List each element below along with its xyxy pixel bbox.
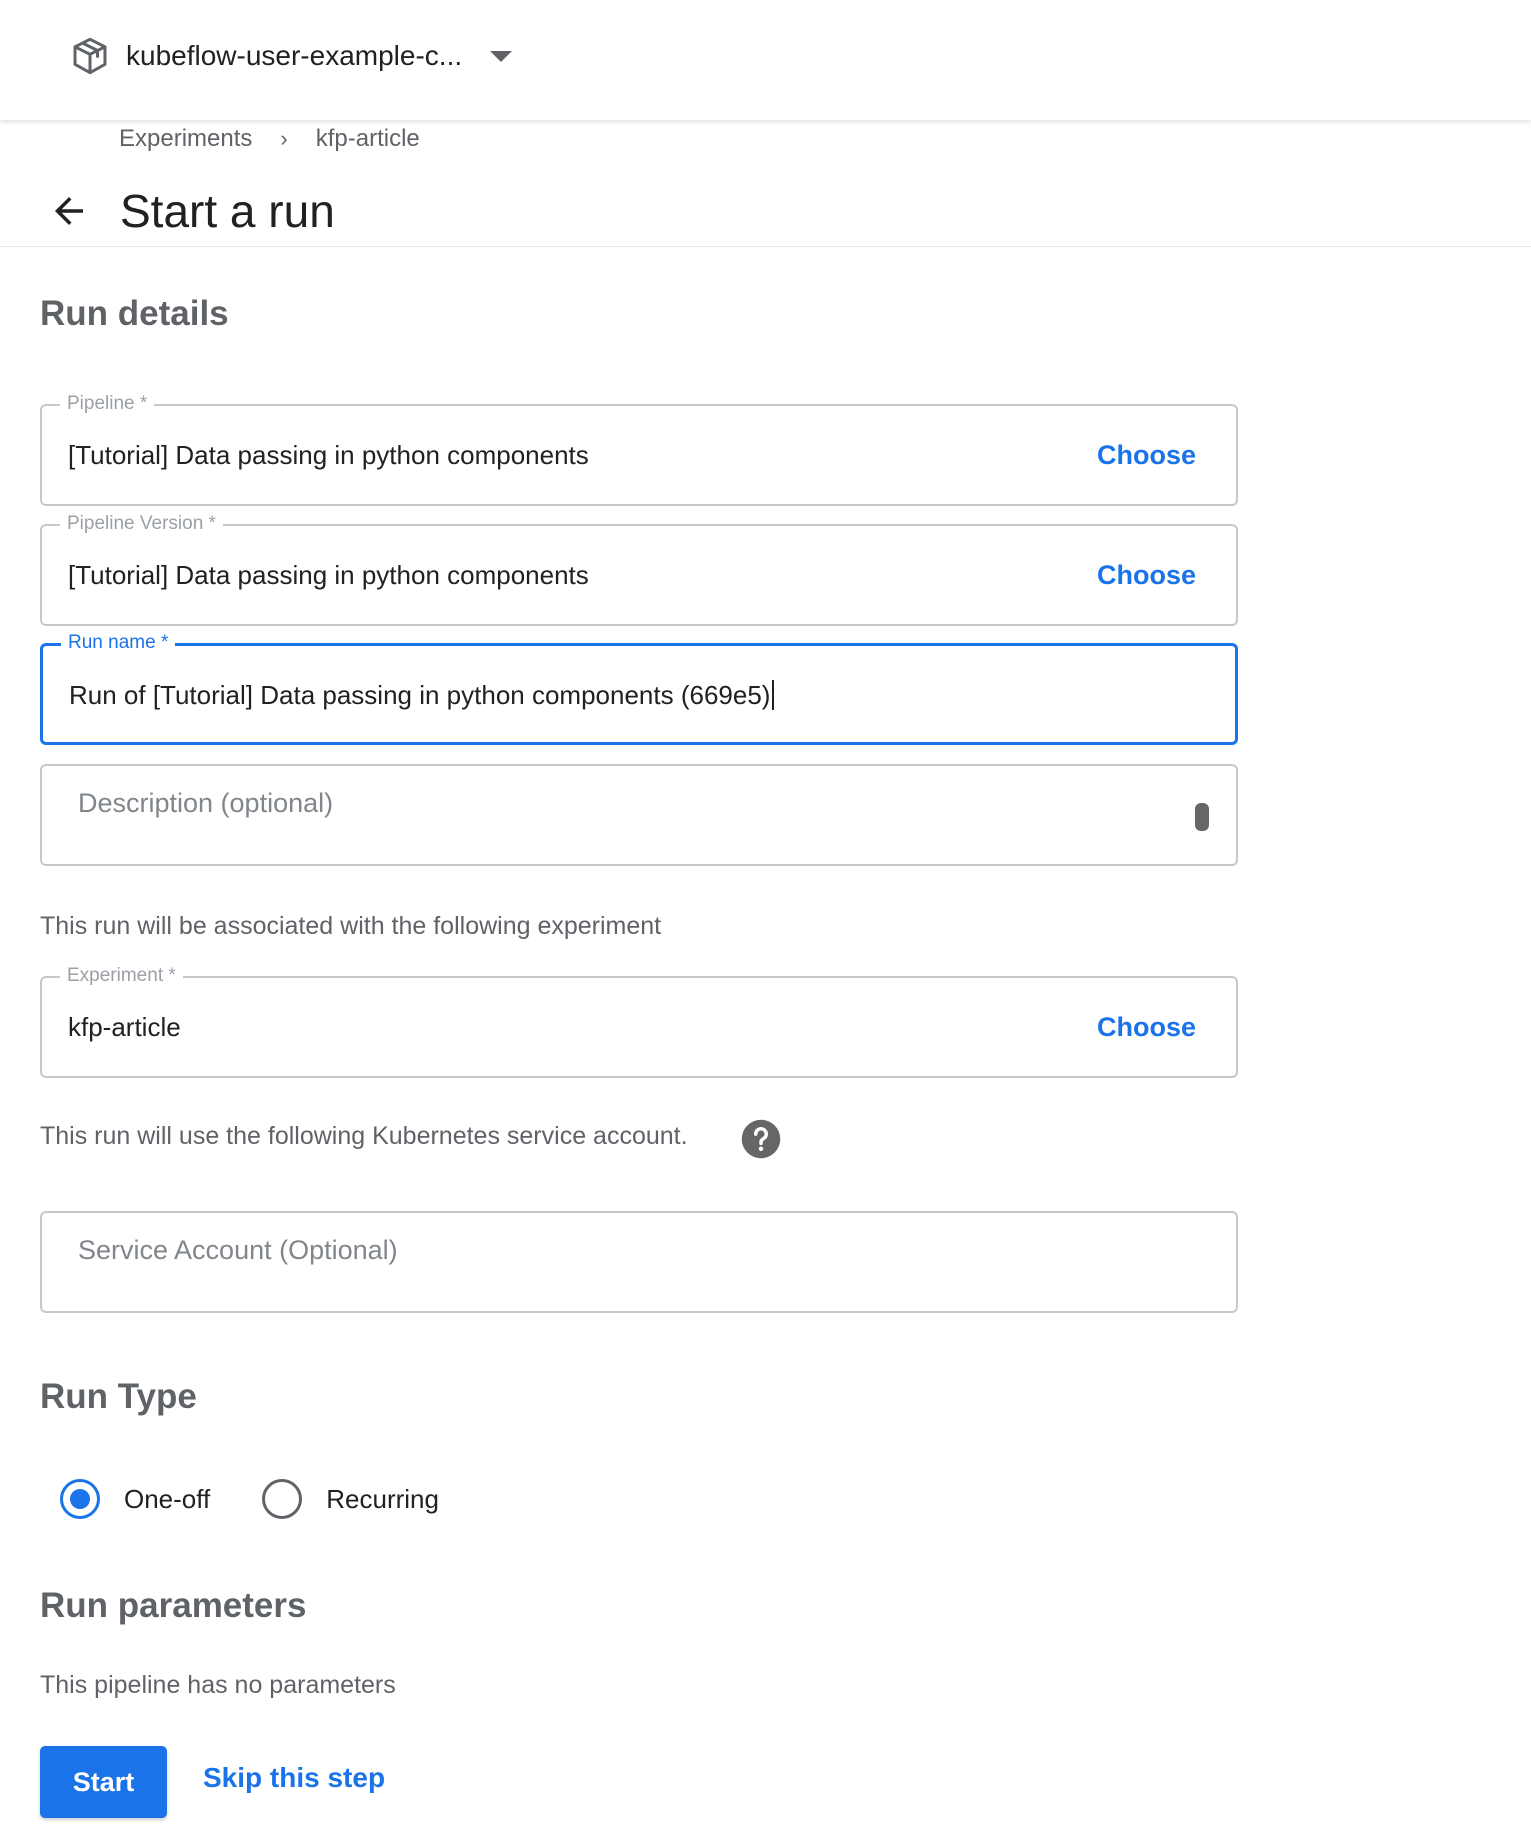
breadcrumb: Experiments › kfp-article [119, 122, 420, 156]
arrow-drop-down-icon[interactable] [490, 50, 513, 62]
pipeline-value: [Tutorial] Data passing in python compon… [68, 439, 589, 470]
arrow-back-icon[interactable] [48, 190, 90, 232]
run-parameters-heading: Run parameters [40, 1586, 307, 1625]
choose-pipeline-version-button[interactable]: Choose [1097, 526, 1196, 624]
start-run-page: kubeflow-user-example-c... Experiments ›… [0, 0, 1531, 1831]
service-account-note: This run will use the following Kubernet… [40, 1122, 688, 1150]
breadcrumb-kfp-article[interactable]: kfp-article [316, 125, 420, 153]
choose-experiment-button[interactable]: Choose [1097, 978, 1196, 1076]
service-account-placeholder: Service Account (Optional) [78, 1235, 398, 1265]
run-type-radio-group: One-off Recurring [60, 1476, 491, 1522]
radio-checked-icon[interactable] [60, 1479, 100, 1519]
experiment-value: kfp-article [68, 1011, 181, 1042]
run-name-value: Run of [Tutorial] Data passing in python… [69, 679, 771, 710]
package-icon [73, 37, 107, 75]
experiment-note: This run will be associated with the fol… [40, 912, 662, 940]
service-account-input[interactable]: Service Account (Optional) [40, 1211, 1238, 1313]
run-parameters-note: This pipeline has no parameters [40, 1671, 396, 1699]
radio-recurring[interactable]: Recurring [262, 1479, 439, 1519]
run-details-heading: Run details [40, 294, 229, 333]
radio-one-off[interactable]: One-off [60, 1479, 210, 1519]
description-input[interactable]: Description (optional) [40, 764, 1238, 866]
choose-pipeline-button[interactable]: Choose [1097, 406, 1196, 504]
radio-one-off-label: One-off [124, 1483, 211, 1514]
namespace-label: kubeflow-user-example-c... [126, 40, 463, 71]
experiment-field: Experiment * kfp-article Choose [40, 964, 1238, 1078]
pipeline-version-field: Pipeline Version * [Tutorial] Data passi… [40, 512, 1238, 626]
namespace-selector[interactable]: kubeflow-user-example-c... [70, 34, 513, 78]
skip-this-step-button[interactable]: Skip this step [203, 1762, 385, 1802]
page-title: Start a run [120, 185, 335, 237]
run-type-heading: Run Type [40, 1377, 197, 1416]
radio-unchecked-icon[interactable] [262, 1479, 303, 1519]
breadcrumb-separator: › [280, 126, 288, 151]
run-name-value-wrap: Run of [Tutorial] Data passing in python… [69, 646, 775, 744]
run-name-input[interactable]: Run name * Run of [Tutorial] Data passin… [40, 631, 1238, 745]
help-icon[interactable] [740, 1118, 782, 1160]
breadcrumb-experiments[interactable]: Experiments [119, 125, 252, 153]
top-bar: kubeflow-user-example-c... [0, 0, 1531, 120]
start-button[interactable]: Start [40, 1746, 167, 1818]
description-placeholder: Description (optional) [78, 788, 334, 818]
title-row: Start a run [48, 180, 335, 242]
header-divider [0, 246, 1531, 247]
pipeline-version-value: [Tutorial] Data passing in python compon… [68, 559, 589, 590]
pipeline-field: Pipeline * [Tutorial] Data passing in py… [40, 392, 1238, 506]
radio-recurring-label: Recurring [326, 1483, 439, 1514]
resize-handle-icon[interactable] [1195, 803, 1209, 831]
text-cursor [772, 680, 775, 710]
